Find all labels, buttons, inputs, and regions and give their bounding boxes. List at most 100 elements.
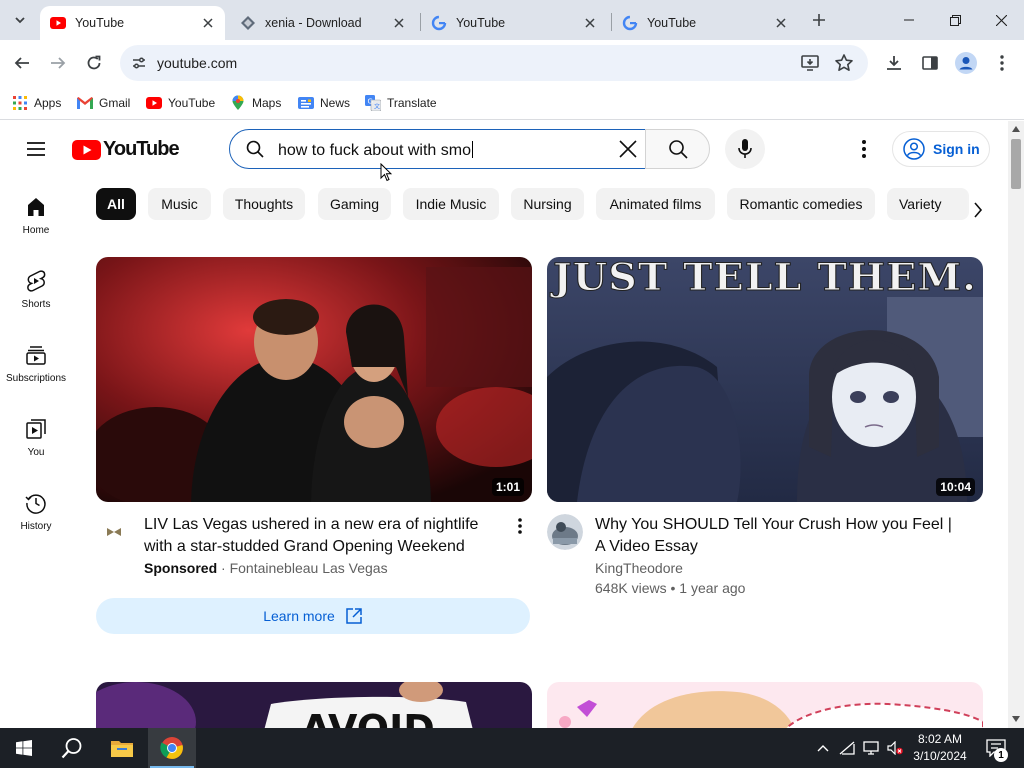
guide-item-subscriptions[interactable]: Subscriptions xyxy=(0,329,72,393)
channel-name[interactable]: KingTheodore xyxy=(595,560,683,576)
search-input[interactable]: how to fuck about with smo xyxy=(229,129,646,169)
back-button[interactable] xyxy=(8,49,36,77)
tab-youtube-active[interactable]: YouTube xyxy=(40,6,225,40)
channel-avatar[interactable] xyxy=(96,514,132,550)
video-thumbnail-image xyxy=(547,682,983,728)
tab-youtube-3[interactable]: YouTube xyxy=(612,6,798,40)
scroll-up-icon[interactable] xyxy=(1012,126,1020,132)
sign-in-button[interactable]: Sign in xyxy=(892,131,990,167)
taskbar-clock[interactable]: 8:02 AM 3/10/2024 xyxy=(908,731,972,765)
video-thumbnail[interactable]: 1:01 xyxy=(96,257,532,502)
tab-xenia-download[interactable]: xenia - Download xyxy=(230,6,416,40)
scrollbar-thumb[interactable] xyxy=(1011,139,1021,189)
video-title[interactable]: Why You SHOULD Tell Your Crush How you F… xyxy=(595,514,959,558)
reload-button[interactable] xyxy=(80,49,108,77)
video-card-sponsored[interactable]: 1:01 LIV Las Vegas ushered in a new era … xyxy=(96,257,532,634)
voice-search-button[interactable] xyxy=(725,129,765,169)
video-thumbnail-image: AVOID xyxy=(96,682,532,728)
bookmark-maps[interactable]: Maps xyxy=(230,92,281,114)
fontainebleau-logo-icon xyxy=(107,528,121,536)
install-app-icon[interactable] xyxy=(800,53,820,73)
bookmark-label: News xyxy=(320,96,351,110)
bookmark-news[interactable]: News xyxy=(298,92,350,114)
guide-item-history[interactable]: History xyxy=(0,477,72,541)
ethernet-tray-button[interactable] xyxy=(860,728,882,768)
close-window-button[interactable] xyxy=(978,0,1024,40)
chrome-taskbar-button[interactable] xyxy=(148,728,196,768)
video-thumbnail[interactable]: JUST TELL THEM. 10:04 xyxy=(547,257,983,502)
chip-indie-music[interactable]: Indie Music xyxy=(403,188,499,220)
clear-search-icon[interactable] xyxy=(617,138,639,160)
chip-romantic-comedies[interactable]: Romantic comedies xyxy=(727,188,875,220)
learn-more-button[interactable]: Learn more xyxy=(96,598,530,634)
bookmarks-bar: Apps Gmail YouTube Maps News G文 Translat… xyxy=(0,86,1024,120)
notification-count-badge: 1 xyxy=(994,748,1008,762)
bookmark-translate[interactable]: G文 Translate xyxy=(365,92,437,114)
chip-all[interactable]: All xyxy=(96,188,136,220)
settings-more-button[interactable] xyxy=(852,137,876,161)
minimize-button[interactable] xyxy=(886,0,932,40)
close-icon[interactable] xyxy=(581,14,599,32)
new-tab-button[interactable] xyxy=(808,9,830,31)
file-explorer-button[interactable] xyxy=(98,728,146,768)
youtube-logo[interactable]: YouTube xyxy=(72,138,180,161)
chip-thoughts[interactable]: Thoughts xyxy=(223,188,305,220)
taskbar-search-button[interactable] xyxy=(48,728,96,768)
chip-nursing[interactable]: Nursing xyxy=(511,188,584,220)
video-card[interactable]: JUST TELL THEM. 10:04 Why You SHOULD Tel… xyxy=(547,257,983,596)
your-channel-icon xyxy=(26,419,46,439)
guide-label: History xyxy=(20,521,52,532)
guide-item-you[interactable]: You xyxy=(0,403,72,467)
profile-button[interactable] xyxy=(952,49,980,77)
tab-search-button[interactable] xyxy=(8,8,32,32)
channel-name[interactable]: Fontainebleau Las Vegas xyxy=(230,560,388,576)
url-text: youtube.com xyxy=(157,55,238,71)
minimize-icon xyxy=(904,19,914,21)
search-button[interactable] xyxy=(645,129,710,169)
guide-item-home[interactable]: Home xyxy=(0,181,72,245)
chip-gaming[interactable]: Gaming xyxy=(318,188,391,220)
scroll-down-icon[interactable] xyxy=(1012,716,1020,722)
page-scrollbar[interactable] xyxy=(1008,121,1024,728)
volume-tray-button[interactable] xyxy=(884,728,906,768)
close-icon[interactable] xyxy=(772,14,790,32)
chips-next-button[interactable] xyxy=(962,194,994,226)
side-panel-icon xyxy=(922,56,938,70)
chip-animated-films[interactable]: Animated films xyxy=(596,188,715,220)
windows-taskbar: 8:02 AM 3/10/2024 1 xyxy=(0,728,1024,768)
video-title[interactable]: LIV Las Vegas ushered in a new era of ni… xyxy=(144,514,508,558)
bookmark-gmail[interactable]: Gmail xyxy=(77,92,130,114)
guide-item-shorts[interactable]: Shorts xyxy=(0,255,72,319)
show-hidden-icons-button[interactable] xyxy=(812,728,834,768)
arrow-right-icon xyxy=(51,57,66,69)
bookmark-star-icon[interactable] xyxy=(834,53,854,73)
close-icon[interactable] xyxy=(199,14,217,32)
tab-youtube-2[interactable]: YouTube xyxy=(421,6,607,40)
chevron-down-icon xyxy=(15,17,25,24)
maps-pin-icon xyxy=(230,95,246,111)
profile-avatar-icon xyxy=(955,52,977,74)
restore-button[interactable] xyxy=(932,0,978,40)
more-vert-icon xyxy=(1000,55,1004,71)
video-menu-button[interactable] xyxy=(508,514,532,538)
menu-hamburger-icon[interactable] xyxy=(24,137,48,161)
chip-music[interactable]: Music xyxy=(148,188,211,220)
action-center-button[interactable]: 1 xyxy=(980,728,1012,768)
downloads-button[interactable] xyxy=(880,49,908,77)
bookmark-apps[interactable]: Apps xyxy=(12,92,61,114)
thumbnail-caption: JUST TELL THEM. xyxy=(550,257,977,299)
guide-label: Shorts xyxy=(21,299,51,310)
address-bar[interactable]: youtube.com xyxy=(120,45,868,81)
bookmark-youtube[interactable]: YouTube xyxy=(146,92,215,114)
close-icon[interactable] xyxy=(390,14,408,32)
forward-button[interactable] xyxy=(44,49,72,77)
video-thumbnail[interactable]: AVOID xyxy=(96,682,532,728)
chrome-menu-button[interactable] xyxy=(988,49,1016,77)
site-info-icon[interactable] xyxy=(128,52,150,74)
network-tray-button[interactable] xyxy=(836,728,858,768)
channel-avatar[interactable] xyxy=(547,514,583,550)
side-panel-button[interactable] xyxy=(916,49,944,77)
chip-variety[interactable]: Variety xyxy=(887,188,969,220)
start-button[interactable] xyxy=(0,728,48,768)
video-thumbnail[interactable] xyxy=(547,682,983,728)
